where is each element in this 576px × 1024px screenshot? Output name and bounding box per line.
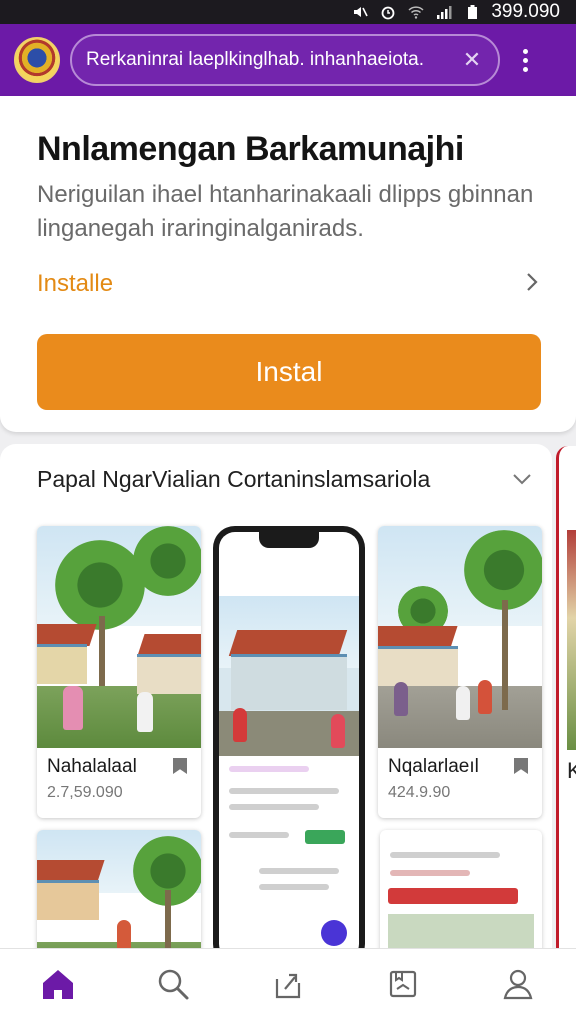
nav-search[interactable] bbox=[143, 957, 203, 1017]
search-query-text: Rerkaninrai laeplkinglhab. inhanhaeiota. bbox=[86, 49, 425, 70]
nav-home[interactable] bbox=[28, 957, 88, 1017]
installs-row[interactable]: Installe bbox=[37, 266, 539, 302]
phone-screenshot[interactable] bbox=[213, 526, 365, 966]
clear-search-icon[interactable]: ✕ bbox=[460, 47, 484, 73]
nav-library[interactable] bbox=[373, 957, 433, 1017]
search-field[interactable]: Rerkaninrai laeplkinglhab. inhanhaeiota.… bbox=[70, 34, 500, 86]
status-bar: 399.090 bbox=[0, 0, 576, 24]
wifi-icon bbox=[407, 3, 425, 21]
peek-image bbox=[567, 530, 576, 750]
alert-bar bbox=[388, 888, 518, 904]
app-description: Neriguilan ihael htanharinakaali dlipps … bbox=[37, 181, 534, 242]
app-title: Nnlamengan Barkamunajhi bbox=[37, 130, 464, 168]
nav-profile[interactable] bbox=[488, 957, 548, 1017]
gallery-tile-1[interactable]: Nahalalaal 2.7,59.090 bbox=[37, 526, 201, 818]
bookmark-icon[interactable] bbox=[173, 758, 187, 774]
phone-screen bbox=[219, 532, 359, 960]
nav-share[interactable] bbox=[258, 957, 318, 1017]
community-photo bbox=[378, 526, 542, 748]
status-time: 399.090 bbox=[491, 1, 560, 22]
peek-caption: K bbox=[567, 758, 576, 784]
gallery-tile-2[interactable]: Nqalarlaeıl 424.9.90 bbox=[378, 526, 542, 818]
overflow-menu-icon[interactable] bbox=[510, 40, 540, 80]
next-card-peek[interactable]: K bbox=[556, 446, 576, 966]
tile-count: 2.7,59.090 bbox=[47, 784, 123, 801]
installs-label: Installe bbox=[37, 270, 114, 297]
signal-icon bbox=[435, 3, 453, 21]
phone-fab bbox=[321, 920, 347, 946]
phone-photo bbox=[219, 596, 359, 756]
gallery-header[interactable]: Papal NgarVialian Cortaninslamsariola bbox=[37, 462, 533, 496]
tile-count: 424.9.90 bbox=[388, 784, 451, 801]
village-photo bbox=[37, 526, 201, 748]
alarm-icon bbox=[379, 3, 397, 21]
install-button[interactable]: Instal bbox=[37, 334, 541, 410]
emblem-logo bbox=[14, 37, 60, 83]
chevron-down-icon bbox=[511, 466, 533, 492]
share-icon bbox=[271, 967, 305, 1006]
tile-caption: Nqalarlaeıl bbox=[388, 756, 479, 777]
profile-icon bbox=[501, 967, 535, 1006]
tile-caption: Nahalalaal bbox=[47, 756, 137, 777]
battery-icon bbox=[463, 3, 481, 21]
gallery-header-label: Papal NgarVialian Cortaninslamsariola bbox=[37, 465, 431, 492]
mute-icon bbox=[351, 3, 369, 21]
bottom-nav bbox=[0, 948, 576, 1024]
library-icon bbox=[386, 967, 420, 1006]
bookmark-icon[interactable] bbox=[514, 758, 528, 774]
chevron-right-icon bbox=[525, 269, 539, 300]
search-icon bbox=[156, 967, 190, 1006]
app-top-bar: Rerkaninrai laeplkinglhab. inhanhaeiota.… bbox=[0, 24, 576, 96]
home-icon bbox=[40, 967, 76, 1006]
